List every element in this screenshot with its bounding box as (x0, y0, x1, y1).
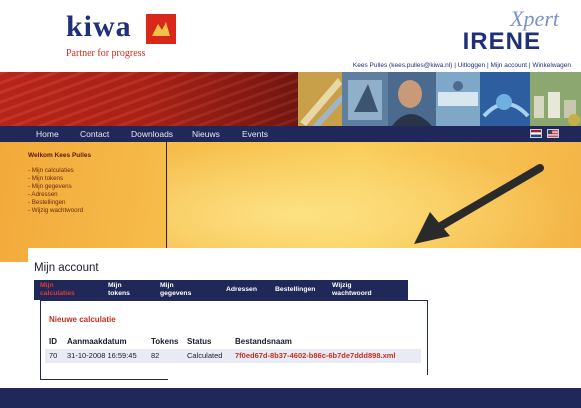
sidebar-item-calculaties[interactable]: - Mijn calculaties (28, 167, 168, 175)
user-identity-link[interactable]: Kees Pulles (kees.pulles@kiwa.nl) (353, 62, 452, 69)
kiwa-logo[interactable]: kiwa Partner for progress (30, 10, 180, 60)
table-row: 70 31-10-2008 16:59:45 82 Calculated 7f0… (45, 349, 421, 363)
logo-tagline: Partner for progress (66, 48, 146, 59)
file-download-link[interactable]: 7f0ed67d-8b37-4602-b86c-6b7de7ddd898.xml (235, 351, 396, 360)
nav-contact[interactable]: Contact (80, 129, 109, 139)
header-aanmaakdatum: Aanmaakdatum (67, 337, 127, 346)
tab-label-line2: calculaties (40, 290, 75, 297)
header-status: Status (187, 337, 212, 346)
tab-tokens[interactable]: Mijn tokens (108, 282, 130, 298)
top-links: Kees Pulles (kees.pulles@kiwa.nl) | Uitl… (353, 62, 571, 69)
main-nav: Home Contact Downloads Nieuws Events (0, 126, 581, 142)
content-card-extension (450, 248, 581, 276)
cell-status: Calculated (187, 351, 223, 360)
sidebar-item-adressen[interactable]: - Adressen (28, 191, 168, 199)
nav-downloads[interactable]: Downloads (131, 129, 173, 139)
tab-wachtwoord[interactable]: Wijzig wachtwoord (332, 282, 372, 298)
sidebar-item-bestellingen[interactable]: - Bestellingen (28, 199, 168, 207)
nav-nieuws[interactable]: Nieuws (192, 129, 220, 139)
tab-label-line1: Mijn (40, 282, 54, 289)
separator: | (486, 62, 489, 69)
site-footer (0, 388, 581, 408)
banner-texture (0, 72, 300, 126)
tab-gegevens[interactable]: Mijn gegevens (160, 282, 191, 298)
tab-label: Bestellingen (275, 286, 316, 293)
annotation-arrow-icon (414, 164, 544, 244)
header-tokens: Tokens (151, 337, 179, 346)
flag-us-icon[interactable] (547, 129, 559, 138)
nav-home[interactable]: Home (36, 129, 59, 139)
logout-link[interactable]: Uitloggen (458, 62, 485, 69)
irene-label: IRENE (462, 28, 541, 55)
cart-link[interactable]: Winkelwagen (532, 62, 571, 69)
tab-label-line1: Mijn (108, 282, 122, 289)
tab-label-line2: wachtwoord (332, 290, 372, 297)
calculations-panel: Nieuwe calculatie ID Aanmaakdatum Tokens… (40, 300, 428, 380)
logo-wordmark: kiwa (66, 10, 132, 43)
table-header-row: ID Aanmaakdatum Tokens Status Bestandsna… (45, 335, 421, 349)
welcome-heading: Welkom Kees Pulles (28, 152, 92, 159)
nav-events[interactable]: Events (242, 129, 268, 139)
banner-photo-collage (298, 72, 581, 126)
tab-label-line1: Wijzig (332, 282, 352, 289)
irene-xpert-logo: Xpert IRENE (439, 6, 559, 56)
tab-adressen[interactable]: Adressen (226, 286, 257, 294)
account-content: Mijn account Mijn calculaties Mijn token… (28, 248, 450, 388)
tab-label-line1: Mijn (160, 282, 174, 289)
sidebar-item-tokens[interactable]: - Mijn tokens (28, 175, 168, 183)
separator: | (454, 62, 456, 69)
cell-date: 31-10-2008 16:59:45 (67, 351, 137, 360)
logo-mark-icon (146, 14, 176, 44)
sidebar-item-wachtwoord[interactable]: - Wijzig wachtwoord (28, 207, 168, 215)
header-id: ID (49, 337, 57, 346)
calculations-table: ID Aanmaakdatum Tokens Status Bestandsna… (45, 335, 421, 363)
sidebar-item-gegevens[interactable]: - Mijn gegevens (28, 183, 168, 191)
tab-calculaties[interactable]: Mijn calculaties (40, 282, 75, 298)
page-title: Mijn account (34, 262, 99, 274)
account-tabs: Mijn calculaties Mijn tokens Mijn gegeve… (34, 280, 408, 300)
tab-bestellingen[interactable]: Bestellingen (275, 286, 315, 294)
separator: | (528, 62, 531, 69)
footer-light-area (168, 375, 581, 388)
tab-label-line2: tokens (108, 290, 130, 297)
account-sidebar: Welkom Kees Pulles - Mijn calculaties - … (28, 152, 168, 215)
header-bestandsnaam: Bestandsnaam (235, 337, 292, 346)
new-calculation-link[interactable]: Nieuwe calculatie (49, 315, 116, 324)
cell-id: 70 (49, 351, 58, 360)
header-banner (0, 72, 581, 126)
my-account-link[interactable]: Mijn account (491, 62, 528, 69)
tab-label-line2: gegevens (160, 290, 192, 297)
cell-tokens: 82 (151, 351, 160, 360)
flag-nl-icon[interactable] (530, 129, 542, 138)
tab-label: Adressen (226, 286, 257, 293)
site-header: kiwa Partner for progress Xpert IRENE Ke… (0, 0, 581, 72)
